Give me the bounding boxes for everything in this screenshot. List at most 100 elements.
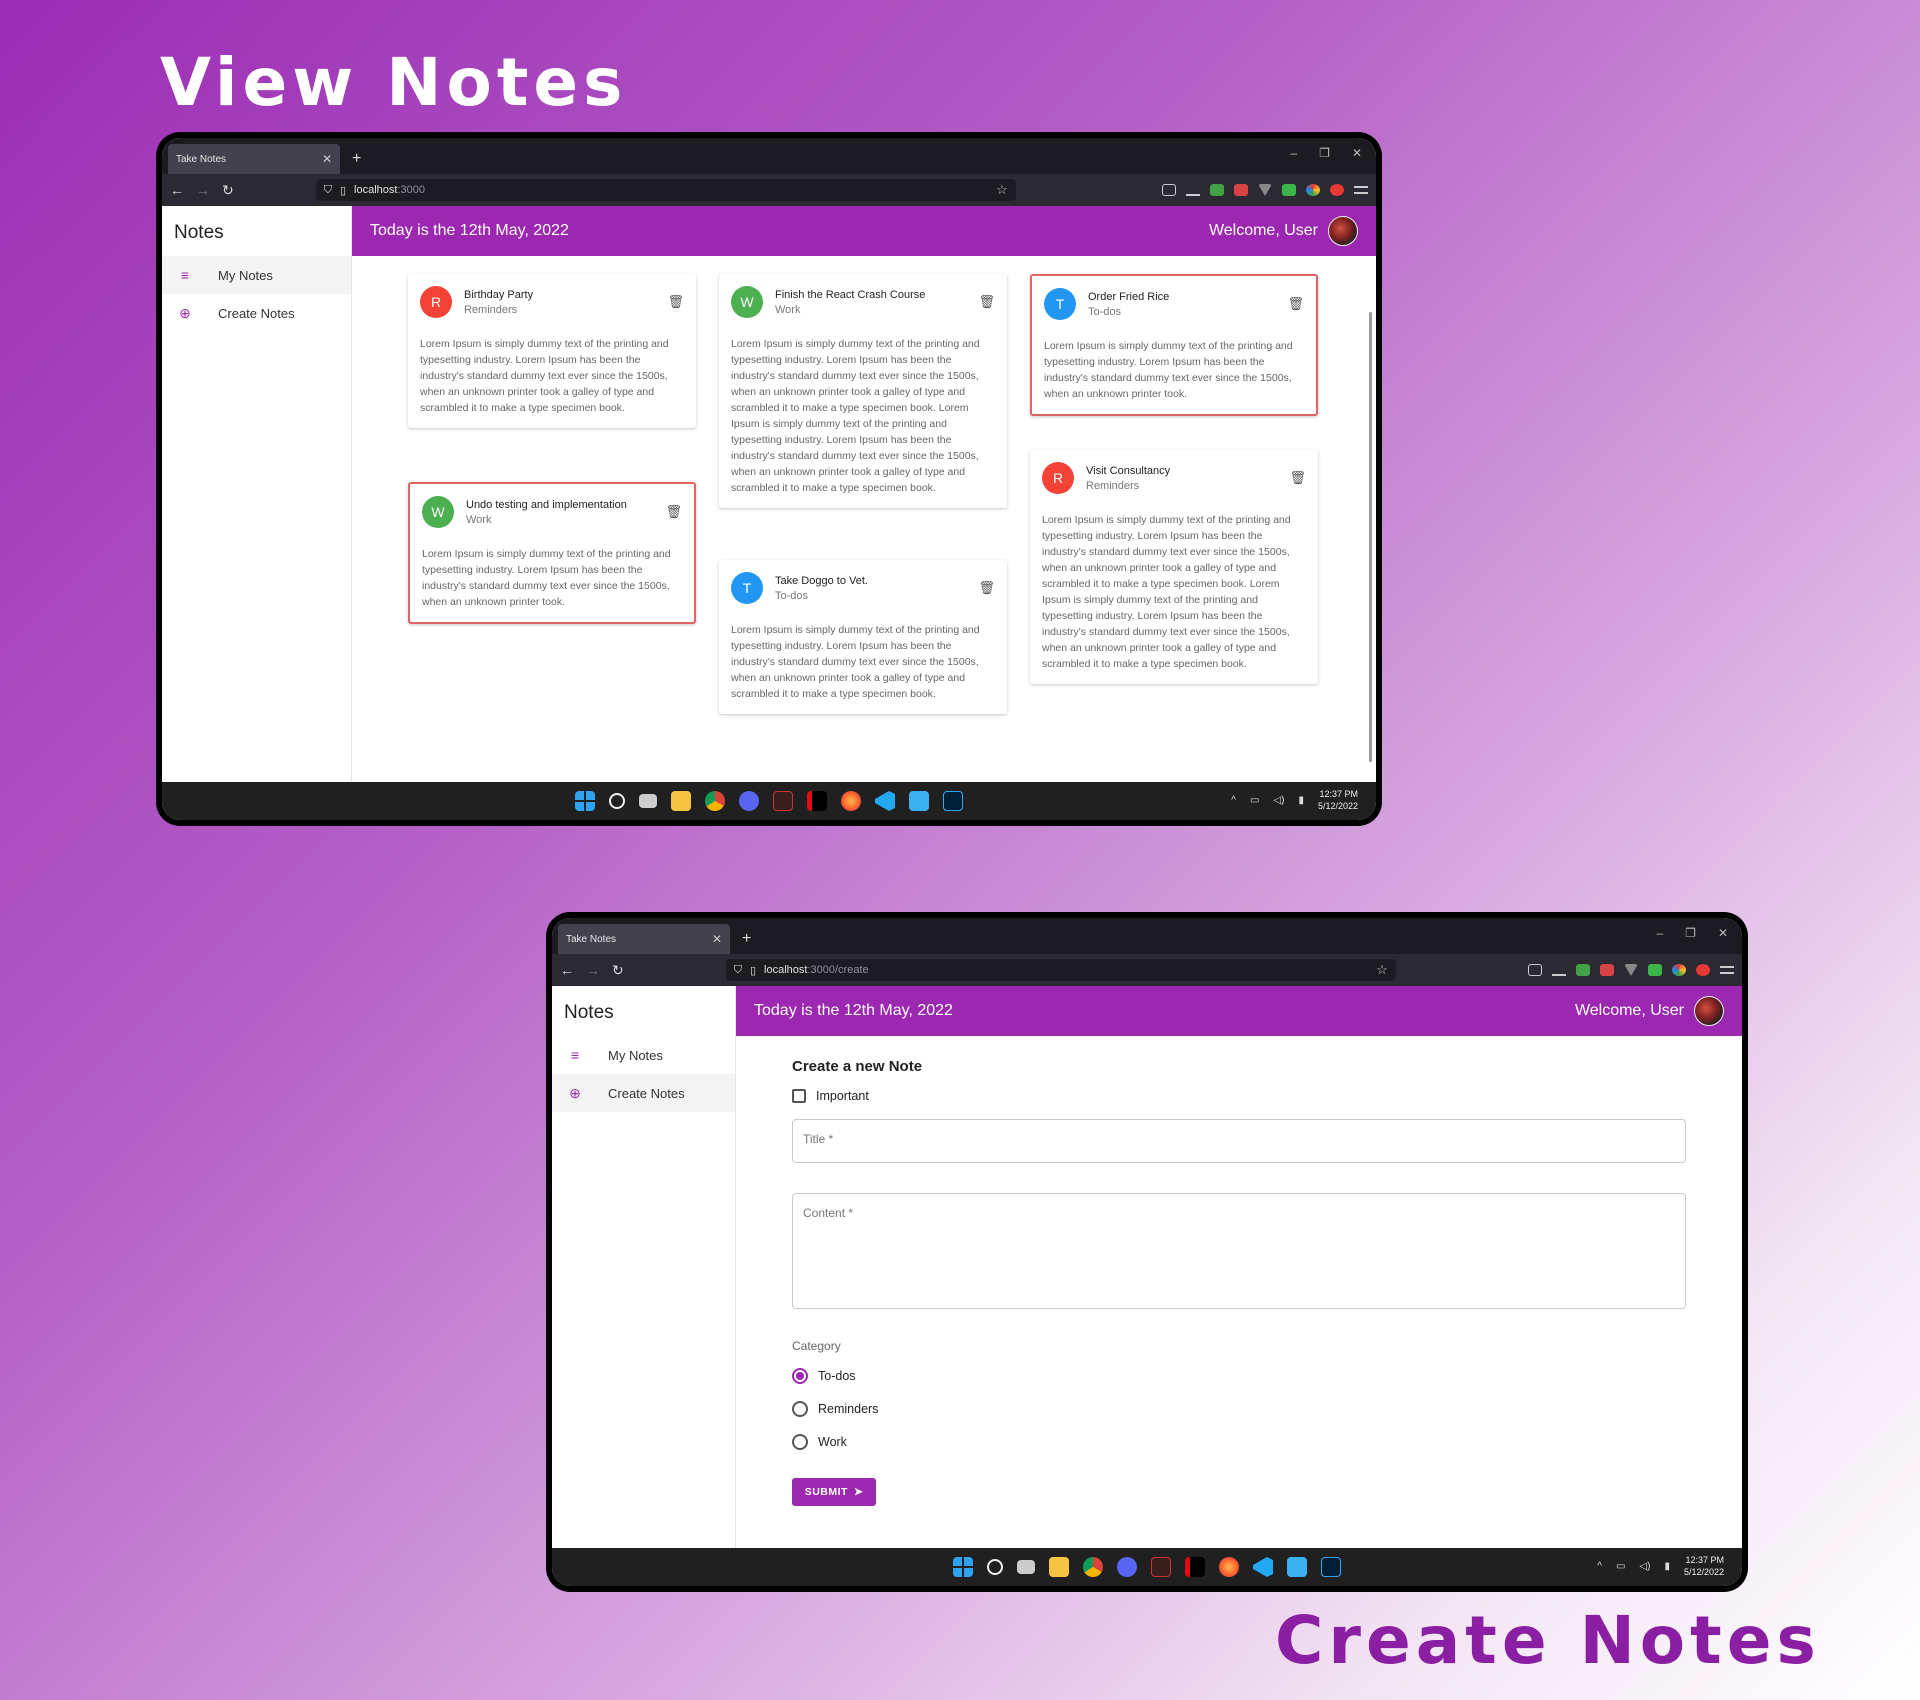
extension-youtube-icon[interactable] bbox=[1696, 964, 1710, 976]
bookmark-star-icon[interactable]: ☆ bbox=[996, 182, 1008, 198]
sidebar-item-my-notes[interactable]: ≡ My Notes bbox=[162, 256, 351, 294]
category-option-work[interactable]: Work bbox=[792, 1425, 1686, 1458]
search-icon[interactable] bbox=[609, 793, 625, 809]
chrome-icon[interactable] bbox=[1083, 1557, 1103, 1577]
photoshop-icon[interactable] bbox=[1321, 1557, 1341, 1577]
browser-tab[interactable]: Take Notes ✕ bbox=[558, 924, 730, 954]
sidebar-item-create-notes[interactable]: ⊕ Create Notes bbox=[162, 294, 351, 332]
radio-button[interactable] bbox=[792, 1433, 808, 1450]
important-checkbox-row[interactable]: Important bbox=[792, 1089, 1686, 1103]
new-tab-icon[interactable]: + bbox=[352, 150, 361, 168]
battery-icon[interactable]: ▮ bbox=[1298, 795, 1304, 806]
volume-icon[interactable]: ◁) bbox=[1273, 795, 1284, 806]
extension-color-icon[interactable] bbox=[1672, 964, 1686, 976]
extension-red-icon[interactable] bbox=[1600, 964, 1614, 976]
battery-icon[interactable]: ▮ bbox=[1664, 1561, 1670, 1572]
title-field[interactable]: Title * bbox=[792, 1119, 1686, 1163]
notepad-icon[interactable] bbox=[1287, 1557, 1307, 1577]
bookmark-star-icon[interactable]: ☆ bbox=[1376, 962, 1388, 978]
extension-v-icon[interactable] bbox=[1624, 964, 1638, 976]
minimize-icon[interactable]: – bbox=[1656, 926, 1663, 940]
photoshop-icon[interactable] bbox=[943, 791, 963, 811]
content-field[interactable]: Content * bbox=[792, 1193, 1686, 1309]
delete-icon[interactable]: 🗑 bbox=[978, 294, 995, 310]
extension-green-icon[interactable] bbox=[1576, 964, 1590, 976]
vscode-icon[interactable] bbox=[875, 791, 895, 811]
chevron-up-icon[interactable]: ^ bbox=[1231, 795, 1236, 806]
volume-icon[interactable]: ◁) bbox=[1639, 1561, 1650, 1572]
url-bar[interactable]: ⛉ ▯ localhost:3000 ☆ bbox=[315, 179, 1016, 201]
clock[interactable]: 12:37 PM 5/12/2022 bbox=[1684, 1554, 1724, 1578]
extension-shield-icon[interactable] bbox=[1648, 964, 1662, 976]
extension-green-icon[interactable] bbox=[1210, 184, 1224, 196]
radio-button[interactable] bbox=[792, 1400, 808, 1417]
firefox-icon[interactable] bbox=[841, 791, 861, 811]
category-option-todos[interactable]: To-dos bbox=[792, 1359, 1686, 1392]
clock[interactable]: 12:37 PM 5/12/2022 bbox=[1318, 788, 1358, 812]
vivaldi-icon[interactable] bbox=[773, 791, 793, 811]
close-window-icon[interactable]: ✕ bbox=[1718, 926, 1728, 940]
netflix-icon[interactable] bbox=[1185, 1557, 1205, 1577]
back-icon[interactable]: ← bbox=[560, 962, 574, 978]
sidebar-item-create-notes[interactable]: ⊕ Create Notes bbox=[552, 1074, 735, 1112]
important-checkbox[interactable] bbox=[792, 1089, 806, 1103]
extension-color-icon[interactable] bbox=[1306, 184, 1320, 196]
restore-icon[interactable]: ❐ bbox=[1319, 146, 1330, 160]
forward-icon[interactable]: → bbox=[196, 182, 210, 198]
app-bar: Today is the 12th May, 2022 Welcome, Use… bbox=[352, 206, 1376, 256]
forward-icon[interactable]: → bbox=[586, 962, 600, 978]
network-icon[interactable]: ▭ bbox=[1250, 795, 1259, 806]
discord-icon[interactable] bbox=[1117, 1557, 1137, 1577]
delete-icon[interactable]: 🗑 bbox=[665, 504, 682, 520]
firefox-icon[interactable] bbox=[1219, 1557, 1239, 1577]
radio-label: To-dos bbox=[818, 1368, 856, 1383]
pocket-icon[interactable] bbox=[1528, 964, 1542, 976]
radio-button[interactable] bbox=[792, 1367, 808, 1384]
delete-icon[interactable]: 🗑 bbox=[1287, 296, 1304, 312]
chevron-up-icon[interactable]: ^ bbox=[1597, 1561, 1602, 1572]
close-window-icon[interactable]: ✕ bbox=[1352, 146, 1362, 160]
vscode-icon[interactable] bbox=[1253, 1557, 1273, 1577]
download-icon[interactable] bbox=[1186, 184, 1200, 196]
category-option-reminders[interactable]: Reminders bbox=[792, 1392, 1686, 1425]
pocket-icon[interactable] bbox=[1162, 184, 1176, 196]
discord-icon[interactable] bbox=[739, 791, 759, 811]
scrollbar[interactable] bbox=[1369, 312, 1372, 762]
extension-youtube-icon[interactable] bbox=[1330, 184, 1344, 196]
delete-icon[interactable]: 🗑 bbox=[667, 294, 684, 310]
minimize-icon[interactable]: – bbox=[1290, 146, 1297, 160]
netflix-icon[interactable] bbox=[807, 791, 827, 811]
menu-icon[interactable] bbox=[1720, 966, 1734, 974]
close-tab-icon[interactable]: ✕ bbox=[712, 932, 722, 946]
reload-icon[interactable]: ↻ bbox=[612, 962, 624, 979]
back-icon[interactable]: ← bbox=[170, 182, 184, 198]
sidebar-item-my-notes[interactable]: ≡ My Notes bbox=[552, 1036, 735, 1074]
extension-red-icon[interactable] bbox=[1234, 184, 1248, 196]
windows-icon[interactable] bbox=[575, 791, 595, 811]
new-tab-icon[interactable]: + bbox=[742, 930, 751, 948]
file-explorer-icon[interactable] bbox=[1049, 1557, 1069, 1577]
menu-icon[interactable] bbox=[1354, 186, 1368, 194]
reload-icon[interactable]: ↻ bbox=[222, 182, 234, 199]
windows-icon[interactable] bbox=[953, 1557, 973, 1577]
extension-shield-icon[interactable] bbox=[1282, 184, 1296, 196]
network-icon[interactable]: ▭ bbox=[1616, 1561, 1625, 1572]
chrome-icon[interactable] bbox=[705, 791, 725, 811]
download-icon[interactable] bbox=[1552, 964, 1566, 976]
delete-icon[interactable]: 🗑 bbox=[978, 580, 995, 596]
delete-icon[interactable]: 🗑 bbox=[1289, 470, 1306, 486]
url-bar[interactable]: ⛉ ▯ localhost:3000/create ☆ bbox=[725, 959, 1396, 981]
browser-tab[interactable]: Take Notes ✕ bbox=[168, 144, 340, 174]
notepad-icon[interactable] bbox=[909, 791, 929, 811]
task-view-icon[interactable] bbox=[639, 794, 657, 808]
extension-v-icon[interactable] bbox=[1258, 184, 1272, 196]
close-tab-icon[interactable]: ✕ bbox=[322, 152, 332, 166]
task-view-icon[interactable] bbox=[1017, 1560, 1035, 1574]
submit-button[interactable]: SUBMIT ➤ bbox=[792, 1478, 876, 1506]
user-avatar[interactable] bbox=[1694, 996, 1724, 1026]
restore-icon[interactable]: ❐ bbox=[1685, 926, 1696, 940]
user-avatar[interactable] bbox=[1328, 216, 1358, 246]
search-icon[interactable] bbox=[987, 1559, 1003, 1575]
file-explorer-icon[interactable] bbox=[671, 791, 691, 811]
vivaldi-icon[interactable] bbox=[1151, 1557, 1171, 1577]
